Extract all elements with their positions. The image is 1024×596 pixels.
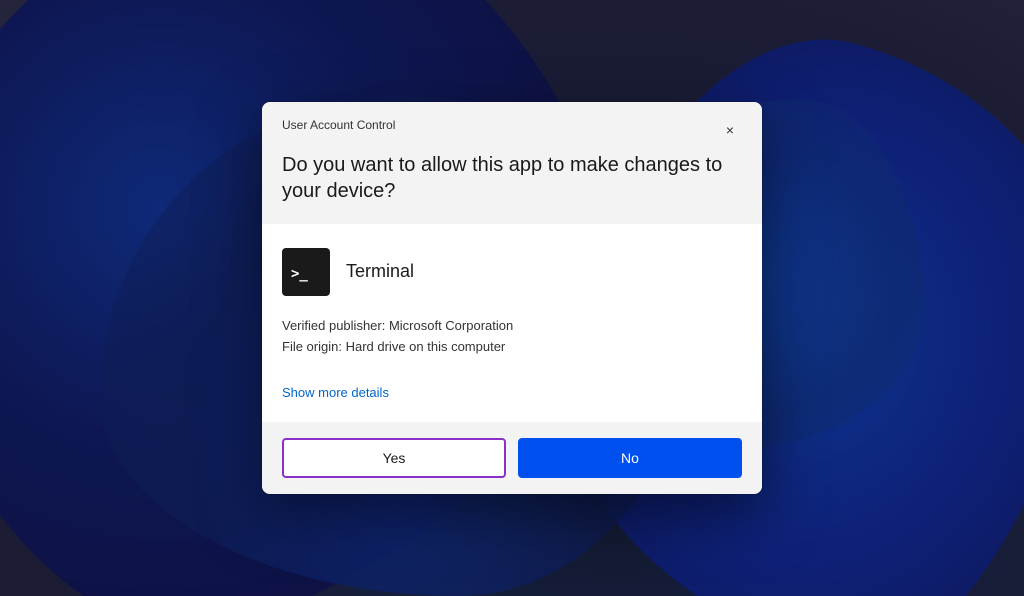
no-button[interactable]: No: [518, 438, 742, 478]
show-more-details-link[interactable]: Show more details: [282, 385, 389, 400]
dialog-body: >_ Terminal Verified publisher: Microsof…: [262, 224, 762, 423]
yes-button[interactable]: Yes: [282, 438, 506, 478]
close-button[interactable]: ×: [718, 118, 742, 142]
file-origin-label: File origin: Hard drive on this computer: [282, 337, 742, 358]
publisher-info-section: Verified publisher: Microsoft Corporatio…: [282, 316, 742, 358]
terminal-icon: >_: [288, 258, 324, 286]
dialog-header: User Account Control ×: [262, 102, 762, 142]
publisher-label: Verified publisher: Microsoft Corporatio…: [282, 316, 742, 337]
dialog-title: User Account Control: [282, 118, 395, 132]
dialog-question-section: Do you want to allow this app to make ch…: [262, 142, 762, 224]
dialog-footer: Yes No: [262, 422, 762, 494]
app-info-section: >_ Terminal: [282, 248, 742, 296]
uac-dialog: User Account Control × Do you want to al…: [262, 102, 762, 495]
app-icon: >_: [282, 248, 330, 296]
app-name-label: Terminal: [346, 261, 414, 282]
dialog-question-text: Do you want to allow this app to make ch…: [282, 152, 742, 204]
dialog-backdrop: User Account Control × Do you want to al…: [0, 0, 1024, 596]
svg-text:>_: >_: [291, 266, 308, 282]
